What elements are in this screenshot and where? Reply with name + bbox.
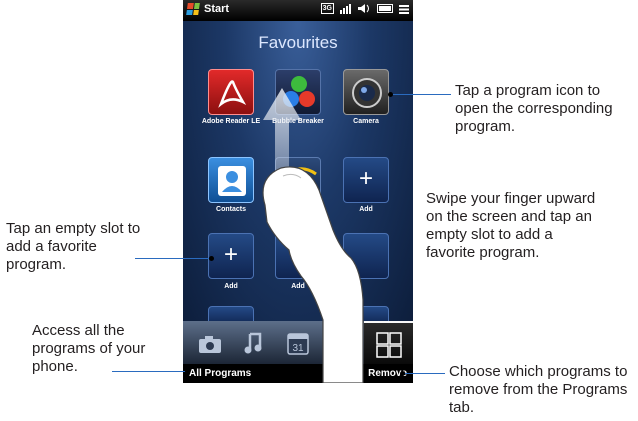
- bubble-breaker-icon: [283, 76, 315, 107]
- adobe-reader-tile[interactable]: [208, 69, 254, 115]
- page-title: Favourites: [258, 33, 338, 52]
- favourites-panel: Favourites Adobe Reader LE Bubble Breake…: [183, 21, 413, 326]
- callout-swipe: Swipe your finger upward on the screen a…: [426, 190, 596, 261]
- calendar-day: 31: [292, 343, 304, 354]
- plus-icon: +: [358, 165, 373, 192]
- menu-lines-icon[interactable]: [399, 4, 409, 14]
- tile-label-adobe: Adobe Reader LE: [201, 118, 261, 125]
- tile-label-add: Add: [224, 283, 238, 290]
- network-3g-icon: 3G: [320, 3, 334, 14]
- contacts-icon: [218, 166, 246, 196]
- all-programs-softkey[interactable]: All Programs: [189, 368, 251, 379]
- status-bar: Start 3G: [183, 0, 413, 21]
- internet-explorer-tile[interactable]: e: [275, 157, 321, 203]
- add-slot-tile[interactable]: +: [208, 233, 254, 279]
- settings-tab-icon[interactable]: [327, 328, 357, 358]
- leader-dot-tap-icon: [388, 92, 393, 97]
- programs-grid-icon: [376, 332, 402, 358]
- tab-bar: 31: [183, 321, 413, 364]
- add-slot-tile[interactable]: [275, 233, 321, 279]
- tile-label-add: Add: [359, 206, 373, 213]
- softkey-bar: All Programs Remove: [183, 364, 413, 383]
- leader-line-access-all: [112, 371, 187, 372]
- tile-label-add: Add: [291, 283, 305, 290]
- callout-access-all: Access all the programs of your phone.: [32, 322, 146, 375]
- battery-icon: [377, 4, 393, 13]
- plus-icon: +: [223, 241, 238, 268]
- bubble-breaker-tile[interactable]: [275, 69, 321, 115]
- add-slot-tile[interactable]: [343, 233, 389, 279]
- music-tab-icon[interactable]: [239, 328, 269, 358]
- status-icons: 3G: [320, 3, 409, 14]
- start-label: Start: [204, 3, 230, 15]
- add-slot-tile[interactable]: +: [343, 157, 389, 203]
- callout-empty-slot: Tap an empty slot to add a favorite prog…: [6, 220, 141, 273]
- leader-dot-access-all: [185, 369, 190, 374]
- callout-remove: Choose which programs to remove from the…: [449, 363, 628, 416]
- leader-dot-empty-slot: [209, 256, 214, 261]
- tile-label-contacts: Contacts: [216, 206, 246, 213]
- camera-tab-icon[interactable]: [195, 328, 225, 358]
- leader-line-tap-icon: [391, 94, 451, 95]
- signal-strength-icon: [340, 3, 351, 14]
- contacts-tile[interactable]: [208, 157, 254, 203]
- programs-tab[interactable]: [364, 321, 413, 364]
- callout-tap-icon: Tap a program icon to open the correspon…: [455, 82, 613, 135]
- phone-screen: Start 3G Favourites Adobe Reader LE Bubb…: [183, 0, 413, 383]
- leader-line-empty-slot: [135, 258, 212, 259]
- tile-label-bubble: Bubble Breaker: [272, 118, 324, 125]
- camera-tile[interactable]: [343, 69, 389, 115]
- leader-line-remove: [404, 373, 445, 374]
- start-button[interactable]: Start: [186, 3, 230, 15]
- windows-logo-icon: [186, 3, 200, 15]
- internet-explorer-icon: e: [280, 164, 317, 202]
- camera-lens-icon: [352, 78, 382, 108]
- calendar-tab-icon[interactable]: 31: [283, 328, 313, 358]
- leader-dot-remove: [400, 371, 405, 376]
- volume-icon[interactable]: [357, 3, 371, 14]
- adobe-reader-icon: [218, 80, 247, 108]
- tile-label-camera: Camera: [353, 118, 379, 125]
